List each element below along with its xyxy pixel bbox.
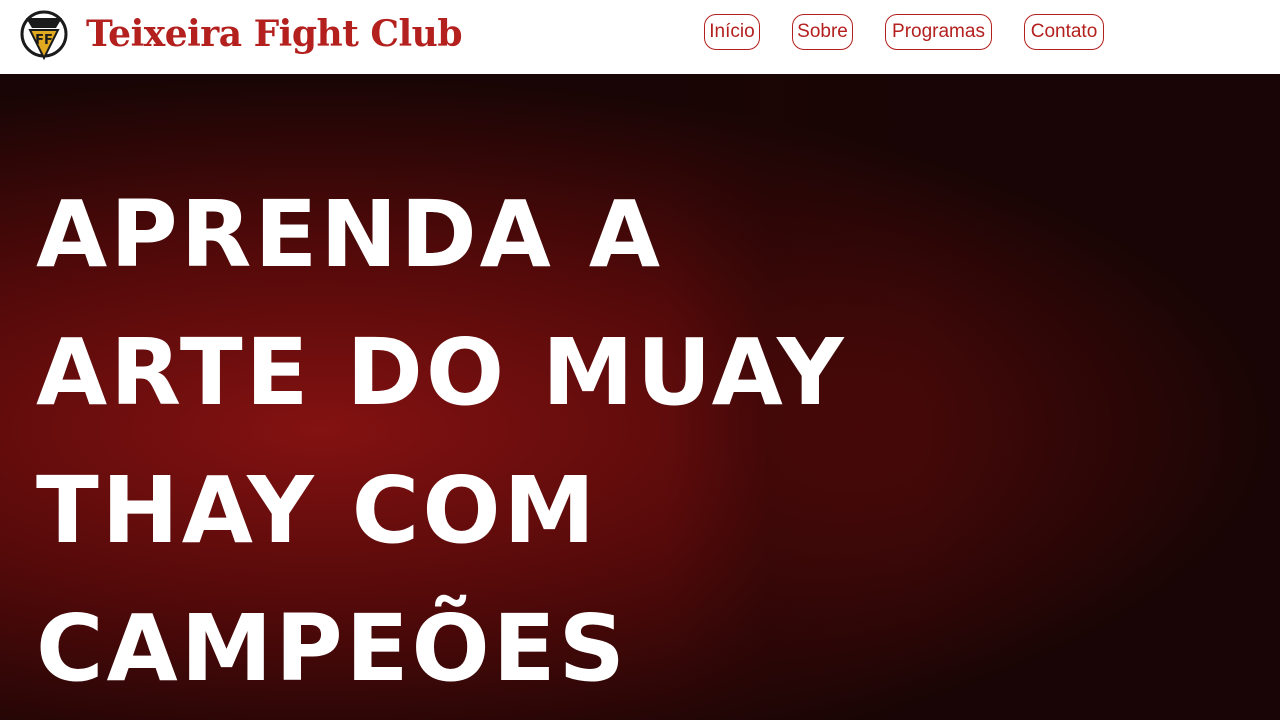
main-nav: Início Sobre Programas Contato <box>704 14 1104 50</box>
headline-line-1: APRENDA A <box>36 181 664 288</box>
svg-text:FF: FF <box>35 33 53 48</box>
nav-item-inicio[interactable]: Início <box>704 14 760 50</box>
nav-item-contato[interactable]: Contato <box>1024 14 1104 50</box>
hero-banner: KICKBOXING APRENDA A ARTE DO MUAY THAY C… <box>0 74 1280 720</box>
headline-line-4: CAMPEÕES <box>36 595 628 702</box>
hero-headline: APRENDA A ARTE DO MUAY THAY COM CAMPEÕES <box>36 166 896 718</box>
nav-item-programas[interactable]: Programas <box>885 14 992 50</box>
headline-line-2: ARTE DO MUAY <box>36 319 847 426</box>
nav-item-sobre[interactable]: Sobre <box>792 14 853 50</box>
site-header: FF Teixeira Fight Club Início Sobre Prog… <box>0 0 1280 74</box>
brand-name[interactable]: Teixeira Fight Club <box>86 12 463 56</box>
tfc-shield-logo-icon[interactable]: FF <box>16 8 72 64</box>
headline-line-3: THAY COM <box>36 457 599 564</box>
